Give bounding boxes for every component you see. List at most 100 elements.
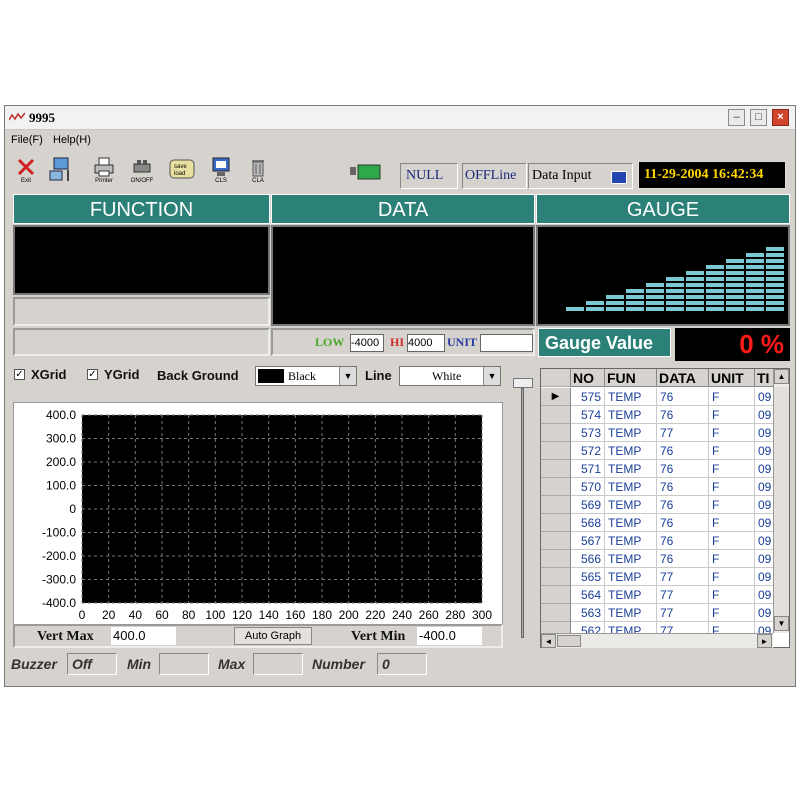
gauge-segment <box>766 259 784 263</box>
gauge-segment <box>606 307 624 311</box>
scroll-thumb[interactable] <box>774 387 789 617</box>
table-cell: F <box>709 532 755 550</box>
min-label: Min <box>127 656 152 672</box>
background-label: Back Ground <box>157 368 239 383</box>
gauge-segment <box>746 277 764 281</box>
row-header[interactable] <box>541 532 571 550</box>
gauge-segment <box>566 307 584 311</box>
table-cell: TEMP <box>605 622 657 633</box>
column-header[interactable]: NO <box>571 369 605 387</box>
gauge-segment <box>706 307 724 311</box>
printer-button[interactable]: Printer <box>85 156 123 198</box>
xgrid-checkbox[interactable]: ✓ <box>14 369 25 380</box>
ygrid-checkbox[interactable]: ✓ <box>87 369 98 380</box>
row-header[interactable] <box>541 622 571 633</box>
table-cell: 564 <box>571 586 605 604</box>
auto-graph-button[interactable]: Auto Graph <box>234 627 312 645</box>
table-cell: 573 <box>571 424 605 442</box>
hscroll-thumb[interactable] <box>557 635 581 647</box>
column-header[interactable]: TI <box>755 369 773 387</box>
unit-label: UNIT <box>447 335 478 349</box>
cls-label: CLS <box>215 178 227 184</box>
x-tick-label: 200 <box>339 608 359 622</box>
row-header[interactable] <box>541 406 571 424</box>
cla-button[interactable]: CLA <box>239 156 277 198</box>
close-button[interactable]: × <box>772 109 789 126</box>
power-button[interactable]: ON/OFF <box>123 156 161 198</box>
maximize-button[interactable]: □ <box>750 109 767 126</box>
line-select[interactable]: White ▼ <box>399 366 501 386</box>
slider-handle[interactable] <box>513 378 533 388</box>
vert-range-bar: Vert Max 400.0 Auto Graph Vert Min -400.… <box>13 624 503 648</box>
trash-icon <box>252 160 264 177</box>
row-header[interactable] <box>541 424 571 442</box>
table-cell: F <box>709 442 755 460</box>
row-header[interactable] <box>541 568 571 586</box>
table-corner <box>541 369 571 387</box>
buzzer-label: Buzzer <box>11 656 57 672</box>
chevron-down-icon[interactable]: ▼ <box>339 367 356 385</box>
table-vscrollbar[interactable]: ▲ ▼ <box>773 369 789 633</box>
table-cell: 09 <box>755 604 773 622</box>
scroll-down-icon[interactable]: ▼ <box>774 616 789 631</box>
scroll-up-icon[interactable]: ▲ <box>774 369 789 384</box>
menu-file[interactable]: File(F) <box>11 134 43 146</box>
x-tick-label: 180 <box>312 608 332 622</box>
vertical-slider[interactable] <box>513 378 533 642</box>
row-header[interactable] <box>541 442 571 460</box>
gauge-segment <box>766 247 784 251</box>
online-status: OFFLine <box>462 163 527 189</box>
gauge-segment <box>766 271 784 275</box>
null-status: NULL <box>400 163 458 189</box>
vert-max-input[interactable]: 400.0 <box>111 627 176 645</box>
x-tick-label: 120 <box>232 608 252 622</box>
menu-help[interactable]: Help(H) <box>53 134 91 146</box>
save-load-button[interactable]: save load <box>163 156 201 198</box>
hi-input[interactable]: 4000 <box>407 334 445 352</box>
chevron-down-icon[interactable]: ▼ <box>483 367 500 385</box>
table-cell: F <box>709 622 755 633</box>
gauge-segment <box>666 301 684 305</box>
table-cell: F <box>709 388 755 406</box>
cls-button[interactable]: CLS <box>202 156 240 198</box>
column-header[interactable]: UNIT <box>709 369 755 387</box>
scroll-left-icon[interactable]: ◄ <box>541 634 556 648</box>
unit-input[interactable] <box>480 334 533 352</box>
row-header[interactable] <box>541 460 571 478</box>
gauge-segment <box>766 289 784 293</box>
low-input[interactable]: -4000 <box>350 334 384 352</box>
table-cell: 76 <box>657 514 709 532</box>
row-header[interactable] <box>541 496 571 514</box>
table-cell: 09 <box>755 496 773 514</box>
row-header[interactable] <box>541 586 571 604</box>
gauge-segment <box>626 289 644 293</box>
gauge-segment <box>666 283 684 287</box>
gauge-segment <box>726 265 744 269</box>
row-header[interactable] <box>541 514 571 532</box>
row-header[interactable] <box>541 478 571 496</box>
function-subfield-2 <box>13 328 270 356</box>
vert-min-input[interactable]: -400.0 <box>417 627 482 645</box>
table-cell: F <box>709 514 755 532</box>
gauge-segment <box>766 283 784 287</box>
gauge-segment <box>746 301 764 305</box>
network-button[interactable] <box>43 156 81 198</box>
row-header[interactable] <box>541 604 571 622</box>
column-header[interactable]: FUN <box>605 369 657 387</box>
row-header[interactable]: ▶ <box>541 388 571 406</box>
background-select[interactable]: Black ▼ <box>255 366 357 386</box>
exit-button[interactable]: Exit <box>7 156 45 198</box>
row-header[interactable] <box>541 550 571 568</box>
gauge-segment <box>706 283 724 287</box>
table-cell: 575 <box>571 388 605 406</box>
minimize-button[interactable]: – <box>728 109 745 126</box>
scroll-right-icon[interactable]: ► <box>757 634 772 648</box>
column-header[interactable]: DATA <box>657 369 709 387</box>
table-hscrollbar[interactable]: ◄ ► <box>541 633 773 648</box>
save-load-icon: saveload <box>169 159 195 179</box>
table-cell: 572 <box>571 442 605 460</box>
exit-label: Exit <box>20 178 31 184</box>
x-tick-label: 60 <box>155 608 169 622</box>
low-label: LOW <box>315 335 345 349</box>
app-window: 9995 – □ × File(F) Help(H) Exit Printer … <box>4 105 796 687</box>
